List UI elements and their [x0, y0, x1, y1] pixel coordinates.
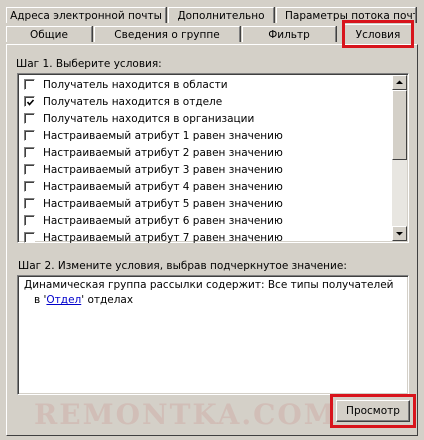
tab-label: Условия	[355, 29, 401, 41]
condition-checkbox[interactable]	[24, 215, 35, 226]
tab-label: Общие	[30, 29, 68, 41]
condition-label: Настраиваемый атрибут 1 равен значению	[43, 129, 283, 142]
condition-checkbox[interactable]	[24, 113, 35, 124]
description-line-2: в 'Отдел' отделах	[34, 294, 133, 306]
condition-item[interactable]: Получатель находится в организации	[22, 110, 390, 127]
scroll-down-button[interactable]	[392, 226, 407, 241]
condition-description-box[interactable]: Динамическая группа рассылки содержит: В…	[17, 275, 409, 395]
scroll-thumb[interactable]	[392, 90, 407, 160]
conditions-list: Получатель находится в области Получатель…	[22, 76, 390, 246]
scroll-up-button[interactable]	[392, 75, 407, 90]
condition-checkbox[interactable]	[24, 198, 35, 209]
condition-label: Настраиваемый атрибут 2 равен значению	[43, 146, 283, 159]
tab-email-addresses[interactable]: Адреса электронной почты	[6, 7, 166, 23]
preview-button-label: Просмотр	[346, 405, 400, 417]
condition-item[interactable]: Получатель находится в отделе	[22, 93, 390, 110]
tab-filter[interactable]: Фильтр	[242, 26, 336, 42]
condition-item[interactable]: Настраиваемый атрибут 4 равен значению	[22, 178, 390, 195]
condition-item[interactable]: Настраиваемый атрибут 5 равен значению	[22, 195, 390, 212]
condition-checkbox[interactable]	[24, 79, 35, 90]
tab-general[interactable]: Общие	[6, 26, 92, 42]
tab-mail-flow-settings[interactable]: Параметры потока почты	[276, 7, 416, 23]
tab-label: Адреса электронной почты	[10, 10, 162, 22]
condition-item[interactable]: Настраиваемый атрибут 1 равен значению	[22, 127, 390, 144]
checkmark-icon	[26, 99, 35, 106]
conditions-listbox[interactable]: Получатель находится в области Получатель…	[17, 73, 409, 246]
condition-label: Получатель находится в организации	[43, 112, 255, 125]
condition-item[interactable]: Настраиваемый атрибут 3 равен значению	[22, 161, 390, 178]
condition-checkbox[interactable]	[24, 181, 35, 192]
condition-item[interactable]: Получатель находится в области	[22, 76, 390, 93]
condition-item[interactable]: Настраиваемый атрибут 6 равен значению	[22, 212, 390, 229]
tab-label: Параметры потока почты	[285, 10, 416, 22]
preview-button[interactable]: Просмотр	[336, 400, 410, 422]
tab-conditions[interactable]: Условия	[344, 24, 412, 44]
condition-label: Получатель находится в отделе	[43, 95, 223, 108]
step2-label: Шаг 2. Измените условия, выбрав подчеркн…	[18, 260, 347, 272]
condition-label: Настраиваемый атрибут 7 равен значению	[43, 231, 283, 244]
tab-label: Фильтр	[268, 29, 310, 41]
tab-label: Сведения о группе	[114, 29, 220, 41]
condition-label: Настраиваемый атрибут 6 равен значению	[43, 214, 283, 227]
description-line-1: Динамическая группа рассылки содержит: В…	[24, 279, 394, 291]
tab-label: Дополнительно	[177, 10, 265, 22]
step1-label: Шаг 1. Выберите условия:	[16, 58, 162, 70]
condition-item[interactable]: Настраиваемый атрибут 2 равен значению	[22, 144, 390, 161]
condition-label: Настраиваемый атрибут 4 равен значению	[43, 180, 283, 193]
condition-label: Настраиваемый атрибут 5 равен значению	[43, 197, 283, 210]
condition-checkbox[interactable]	[24, 130, 35, 141]
conditions-scrollbar[interactable]	[392, 75, 407, 241]
tab-advanced[interactable]: Дополнительно	[168, 7, 274, 23]
condition-label: Получатель находится в области	[43, 78, 228, 91]
arrow-down-icon	[396, 232, 403, 236]
description-suffix: ' отделах	[81, 294, 134, 306]
condition-label: Настраиваемый атрибут 3 равен значению	[43, 163, 283, 176]
arrow-up-icon	[396, 80, 403, 84]
description-prefix: в '	[34, 294, 47, 306]
tab-group-info[interactable]: Сведения о группе	[94, 26, 240, 42]
conditions-panel: Шаг 1. Выберите условия: Получатель нахо…	[6, 44, 418, 436]
condition-checkbox[interactable]	[24, 164, 35, 175]
condition-checkbox[interactable]	[24, 232, 35, 243]
department-link[interactable]: Отдел	[46, 294, 81, 306]
condition-item[interactable]: Настраиваемый атрибут 7 равен значению	[22, 229, 390, 246]
condition-checkbox[interactable]	[24, 96, 35, 107]
condition-checkbox[interactable]	[24, 147, 35, 158]
